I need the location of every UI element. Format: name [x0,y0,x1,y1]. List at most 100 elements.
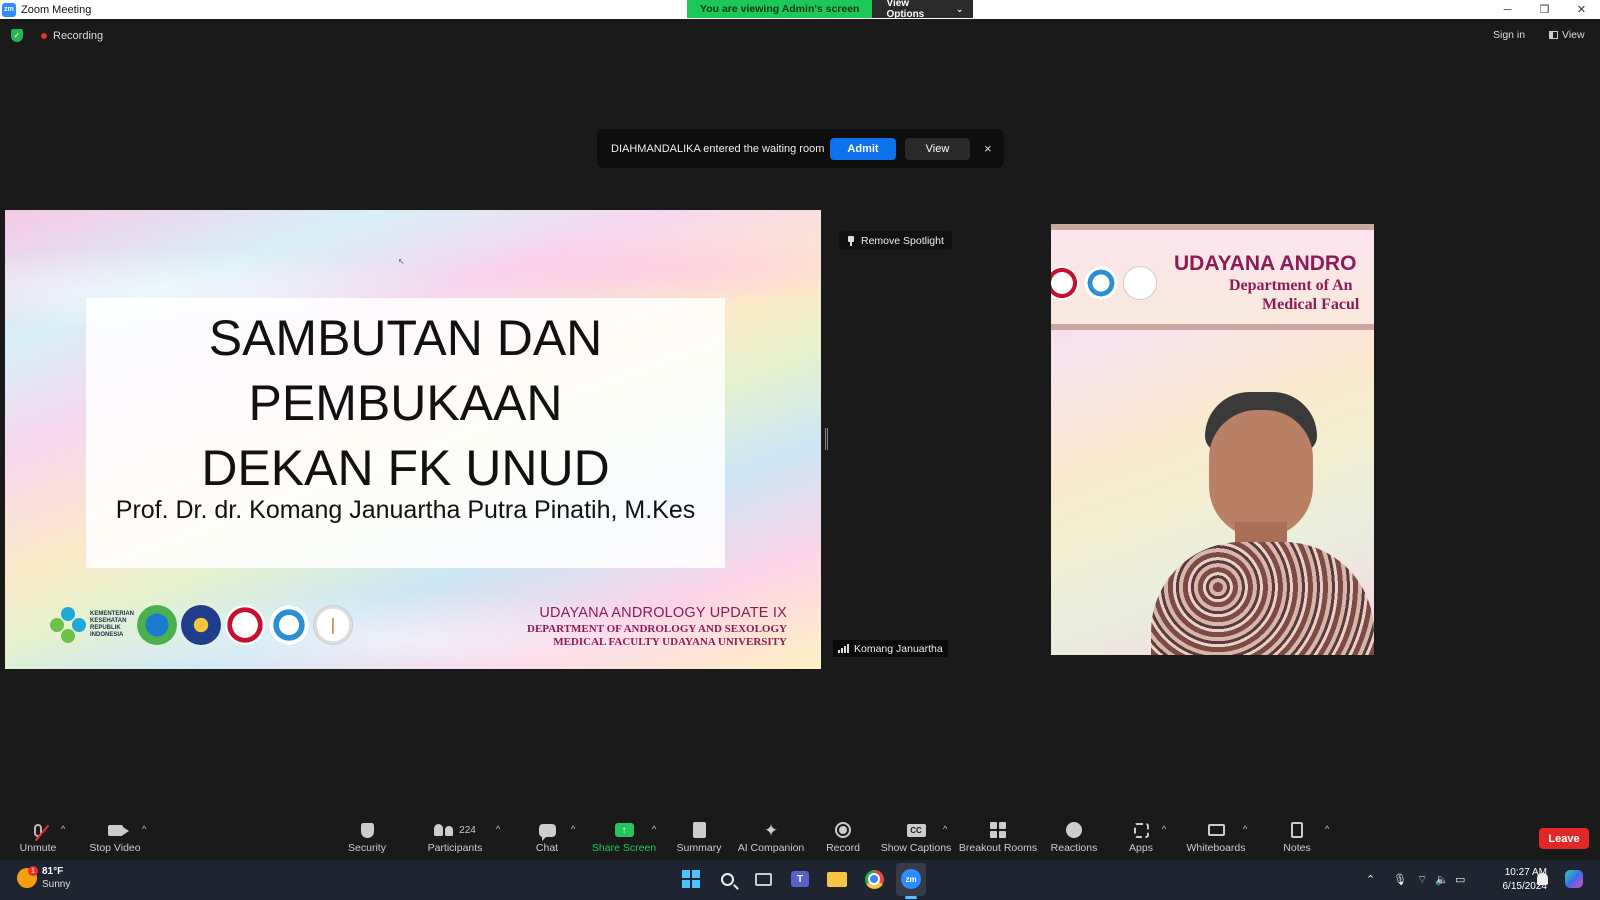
sign-in-link[interactable]: Sign in [1493,29,1525,41]
reactions-label: Reactions [1050,842,1098,854]
headline-line: SAMBUTAN DAN [208,310,603,366]
zoom-window: zm Zoom Meeting You are viewing Admin's … [0,0,1600,900]
close-notification-icon[interactable]: × [984,141,992,156]
apps-label: Apps [1129,842,1153,854]
chat-caret-icon[interactable]: ^ [571,824,575,834]
ai-companion-label: AI Companion [737,842,805,854]
person-shirt [1151,542,1374,655]
whiteboards-caret-icon[interactable]: ^ [1243,824,1247,834]
panel-resize-handle[interactable] [825,428,828,450]
university-seal-logo [181,605,221,645]
battery-icon[interactable]: ▭ [1455,873,1465,886]
start-button[interactable] [680,868,702,890]
security-shield-icon [360,822,374,838]
viewing-banner: You are viewing Admin's screen View Opti… [687,0,974,20]
zoom-taskbar-button[interactable]: zm [900,868,922,890]
security-button[interactable]: Security [327,820,407,854]
chrome-taskbar-button[interactable] [863,868,885,890]
title-bar: zm Zoom Meeting You are viewing Admin's … [0,0,1600,20]
sparkle-icon: ✦ [763,820,779,840]
breakout-rooms-button[interactable]: Breakout Rooms [958,820,1038,854]
chevron-down-icon: ⌄ [955,3,964,14]
audio-options-caret-icon[interactable]: ^ [61,824,65,834]
andrology-society-logo [1084,266,1118,300]
banner-faculty: Medical Facul [1262,296,1360,313]
banner-department: Department of An [1229,277,1353,294]
idi-logo [1051,266,1079,300]
speaker-name: Prof. Dr. dr. Komang Januartha Putra Pin… [115,496,696,524]
reactions-smiley-icon [1066,822,1082,838]
recording-indicator[interactable]: Recording [35,27,109,44]
share-screen-icon: ↑ [614,823,634,837]
breakout-rooms-icon [990,822,1006,838]
participants-caret-icon[interactable]: ^ [496,824,500,834]
apps-caret-icon[interactable]: ^ [1162,824,1166,834]
whiteboard-icon [1207,824,1225,836]
taskbar-search-button[interactable] [716,868,738,890]
headline-line: PEMBUKAAN [248,375,563,431]
recording-label: Recording [53,29,104,42]
admit-button[interactable]: Admit [830,137,896,160]
encryption-shield-icon[interactable]: ✓ [11,29,23,42]
ai-companion-button[interactable]: ✦ AI Companion [731,820,811,855]
participant-video[interactable]: UDAYANA ANDRO Department of An Medical F… [1051,224,1374,655]
file-explorer-button[interactable] [826,868,848,890]
active-app-indicator [905,896,917,899]
microphone-tray-icon[interactable]: 🎙 [1393,873,1407,886]
copilot-icon[interactable] [1565,870,1583,888]
speaker-video-person [1151,392,1374,655]
speaker-icon[interactable]: 🔈 [1435,873,1449,886]
shared-screen: SAMBUTAN DAN PEMBUKAAN DEKAN FK UNUD Pro… [5,210,821,669]
incam-logo: ❘ [313,605,353,645]
leave-button[interactable]: Leave [1539,828,1589,849]
remove-spotlight-button[interactable]: Remove Spotlight [839,231,952,250]
record-label: Record [826,842,860,854]
zoom-app-icon: zm [2,2,16,17]
view-label: View [1562,29,1585,41]
view-waiting-room-button[interactable]: View [905,137,970,160]
view-layout-icon [1549,31,1558,39]
show-captions-label: Show Captions [880,842,952,854]
captions-caret-icon[interactable]: ^ [943,824,947,834]
sponsor-logos: KEMENTERIAN KESEHATAN REPUBLIK INDONESIA… [50,603,353,647]
minimize-icon[interactable]: ─ [1489,0,1526,19]
window-controls: ─ ❐ ✕ [1489,0,1600,19]
tray-overflow-chevron-icon[interactable]: ⌃ [1366,873,1375,886]
teams-taskbar-button[interactable]: T [789,868,811,890]
signal-strength-icon [838,644,849,653]
wifi-icon[interactable]: ⌔ [1417,873,1427,887]
notes-caret-icon[interactable]: ^ [1325,824,1329,834]
share-caret-icon[interactable]: ^ [652,824,656,834]
notification-bell-icon[interactable] [1537,873,1548,885]
weather-condition[interactable]: Sunny [42,879,70,890]
participants-button[interactable]: 224 Participants [415,820,495,854]
event-faculty: MEDICAL FACULTY UDAYANA UNIVERSITY [553,636,787,648]
summary-document-icon [692,822,706,838]
view-options-label: View Options [886,0,925,20]
task-view-button[interactable] [752,868,774,890]
record-button[interactable]: Record [803,820,883,854]
video-options-caret-icon[interactable]: ^ [142,824,146,834]
close-icon[interactable]: ✕ [1563,0,1600,19]
window-title: Zoom Meeting [21,3,92,16]
restore-icon[interactable]: ❐ [1526,0,1563,19]
kemkes-logo: KEMENTERIAN KESEHATAN REPUBLIK INDONESIA [50,607,134,643]
idi-logo [225,605,265,645]
windows-logo-icon [682,870,700,888]
unmute-button[interactable]: Unmute [0,820,78,854]
view-options-button[interactable]: View Options ⌄ [872,0,974,20]
view-button[interactable]: View [1549,29,1585,41]
weather-notification-badge: 1 [28,866,38,876]
breakout-rooms-label: Breakout Rooms [958,842,1038,854]
summary-button[interactable]: Summary [659,820,739,854]
folder-icon [827,871,847,887]
person-face [1209,410,1313,538]
andrology-society-logo [269,605,309,645]
whiteboards-label: Whiteboards [1186,842,1246,854]
globe-logo [137,605,177,645]
participant-name-tag: Komang Januartha [833,640,948,657]
apps-button[interactable]: Apps [1101,820,1181,854]
chrome-icon [864,869,884,889]
weather-temperature[interactable]: 81°F [42,866,63,877]
record-icon [835,822,851,838]
